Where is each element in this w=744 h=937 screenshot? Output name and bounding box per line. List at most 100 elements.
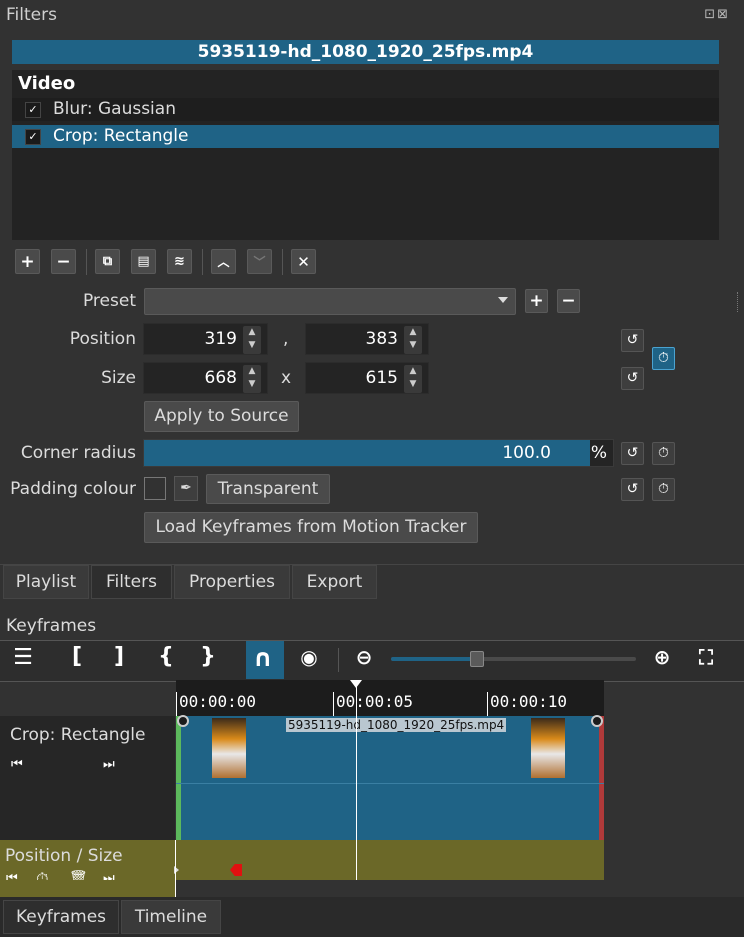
clip-filename: 5935119-hd_1080_1920_25fps.mp4 bbox=[12, 40, 719, 64]
filter-checkbox[interactable]: ✓ bbox=[25, 102, 41, 118]
spin-arrows-icon[interactable]: ▲ ▼ bbox=[404, 365, 422, 393]
ruler-tick bbox=[333, 692, 334, 716]
corner-radius-label: Corner radius bbox=[20, 443, 136, 463]
remove-filter-button[interactable]: − bbox=[51, 249, 76, 274]
move-up-icon[interactable]: ︿ bbox=[211, 249, 236, 274]
apply-to-source-button[interactable]: Apply to Source bbox=[144, 401, 299, 432]
position-y-spinbox[interactable]: 383 ▲ ▼ bbox=[305, 323, 429, 355]
menu-icon[interactable]: ☰ bbox=[10, 645, 36, 670]
tab-filters[interactable]: Filters bbox=[91, 565, 172, 599]
deselect-filter-icon[interactable]: ✕ bbox=[291, 249, 316, 274]
spin-arrows-icon[interactable]: ▲ ▼ bbox=[243, 326, 261, 354]
filter-list[interactable]: Video ✓ Blur: Gaussian ✓ Crop: Rectangle bbox=[12, 70, 719, 240]
zoom-slider[interactable] bbox=[391, 651, 636, 667]
tab-timeline[interactable]: Timeline bbox=[121, 900, 221, 934]
zoom-slider-handle[interactable] bbox=[469, 651, 484, 667]
filter-item-blur[interactable]: ✓ Blur: Gaussian bbox=[12, 98, 719, 121]
add-filter-button[interactable]: + bbox=[15, 249, 40, 274]
size-w-spinbox[interactable]: 668 ▲ ▼ bbox=[143, 362, 268, 394]
filter-checkbox[interactable]: ✓ bbox=[25, 129, 41, 145]
select-range-end-icon[interactable]: } bbox=[197, 644, 219, 669]
delete-preset-button[interactable]: − bbox=[557, 289, 580, 313]
position-label: Position bbox=[69, 329, 136, 349]
keyframe-stopwatch-icon[interactable]: ⏱ bbox=[652, 442, 675, 465]
position-x-spinbox[interactable]: 319 ▲ ▼ bbox=[143, 323, 268, 355]
load-keyframes-button[interactable]: Load Keyframes from Motion Tracker bbox=[144, 512, 478, 543]
trim-in-icon[interactable]: [ bbox=[66, 644, 88, 669]
filter-label: Crop: Rectangle bbox=[53, 126, 189, 146]
clip-label: 5935119-hd_1080_1920_25fps.mp4 bbox=[286, 718, 507, 732]
reset-icon[interactable]: ↺ bbox=[621, 329, 644, 352]
tab-playlist[interactable]: Playlist bbox=[3, 565, 89, 599]
zoom-in-icon[interactable]: ⊕ bbox=[648, 645, 676, 669]
keyframe-stopwatch-icon[interactable]: ⏱ bbox=[652, 347, 675, 370]
eyedropper-icon[interactable]: ✒ bbox=[174, 476, 198, 501]
ruler-label: 00:00:05 bbox=[336, 692, 414, 711]
dock-title: Filters bbox=[6, 5, 57, 25]
paste-filters-icon[interactable]: ▤ bbox=[131, 249, 156, 274]
parameter-header-tail bbox=[0, 880, 175, 897]
transparent-button[interactable]: Transparent bbox=[206, 474, 330, 504]
zoom-slider-fill bbox=[391, 657, 477, 661]
ruler-label: 00:00:00 bbox=[179, 692, 257, 711]
thumbnail-in bbox=[212, 718, 246, 778]
padding-colour-swatch[interactable] bbox=[144, 477, 166, 500]
position-separator: , bbox=[283, 329, 289, 349]
clip-out-marker bbox=[599, 716, 604, 840]
padding-colour-label: Padding colour bbox=[10, 479, 136, 499]
reset-icon[interactable]: ↺ bbox=[621, 478, 644, 501]
reset-icon[interactable]: ↺ bbox=[621, 442, 644, 465]
clip-track[interactable]: 5935119-hd_1080_1920_25fps.mp4 bbox=[176, 715, 604, 840]
position-y-value: 383 bbox=[365, 329, 398, 349]
snap-toggle[interactable]: ∩ bbox=[246, 641, 284, 679]
track-name: Crop: Rectangle bbox=[10, 725, 146, 745]
fade-out-handle-icon[interactable] bbox=[591, 715, 603, 727]
resize-handle[interactable] bbox=[737, 292, 740, 312]
corner-radius-value: 100.0 bbox=[502, 443, 551, 463]
save-preset-button[interactable]: + bbox=[525, 289, 548, 313]
copy-filters-icon[interactable]: ⧉ bbox=[95, 249, 120, 274]
zoom-out-icon[interactable]: ⊖ bbox=[350, 645, 378, 669]
position-x-value: 319 bbox=[204, 329, 237, 349]
ruler-tick bbox=[487, 692, 488, 716]
audio-waveform-line bbox=[176, 783, 604, 784]
parameter-name: Position / Size bbox=[5, 846, 123, 866]
track-header[interactable]: Crop: Rectangle ⏮ ⏭ bbox=[0, 716, 175, 840]
filter-section-video: Video bbox=[18, 73, 76, 94]
clip-in-marker bbox=[176, 716, 181, 840]
chevron-down-icon bbox=[498, 297, 508, 303]
move-down-icon[interactable]: ﹀ bbox=[247, 249, 272, 274]
reset-icon[interactable]: ↺ bbox=[621, 367, 644, 390]
toolbar-separator bbox=[282, 249, 283, 275]
keyframe-stopwatch-icon[interactable]: ⏱ bbox=[652, 478, 675, 501]
thumbnail-out bbox=[531, 718, 565, 778]
time-ruler[interactable]: 00:00:00 00:00:05 00:00:10 bbox=[176, 680, 604, 716]
tab-properties[interactable]: Properties bbox=[174, 565, 290, 599]
toolbar-separator bbox=[202, 249, 203, 275]
scrub-eye-icon[interactable]: ◉ bbox=[294, 645, 324, 669]
select-range-start-icon[interactable]: { bbox=[155, 644, 177, 669]
corner-radius-unit: % bbox=[590, 443, 607, 463]
spin-arrows-icon[interactable]: ▲ ▼ bbox=[243, 365, 261, 393]
tab-keyframes[interactable]: Keyframes bbox=[3, 900, 119, 934]
preset-combo[interactable] bbox=[144, 288, 516, 315]
trim-out-icon[interactable]: ] bbox=[108, 644, 130, 669]
previous-keyframe-icon[interactable]: ⏮ bbox=[11, 757, 23, 772]
keyframe-marker[interactable] bbox=[230, 864, 242, 876]
save-filter-set-icon[interactable]: ≋ bbox=[167, 249, 192, 274]
corner-radius-slider[interactable]: 100.0 % bbox=[143, 439, 614, 467]
size-w-value: 668 bbox=[204, 368, 237, 388]
playhead-line[interactable] bbox=[356, 680, 357, 880]
tab-export[interactable]: Export bbox=[292, 565, 377, 599]
spin-arrows-icon[interactable]: ▲ ▼ bbox=[404, 326, 422, 354]
dock-float-close-icons[interactable]: ⊡⊠ bbox=[704, 7, 730, 22]
ruler-label: 00:00:10 bbox=[490, 692, 568, 711]
filter-label: Blur: Gaussian bbox=[53, 99, 176, 119]
filter-item-crop[interactable]: ✓ Crop: Rectangle bbox=[12, 125, 719, 148]
zoom-fit-icon[interactable]: ⛶ bbox=[692, 645, 720, 669]
size-h-spinbox[interactable]: 615 ▲ ▼ bbox=[305, 362, 429, 394]
parameter-track[interactable] bbox=[174, 840, 604, 880]
fade-in-handle-icon[interactable] bbox=[177, 715, 189, 727]
next-keyframe-icon[interactable]: ⏭ bbox=[103, 757, 115, 772]
track-divider bbox=[175, 840, 176, 897]
